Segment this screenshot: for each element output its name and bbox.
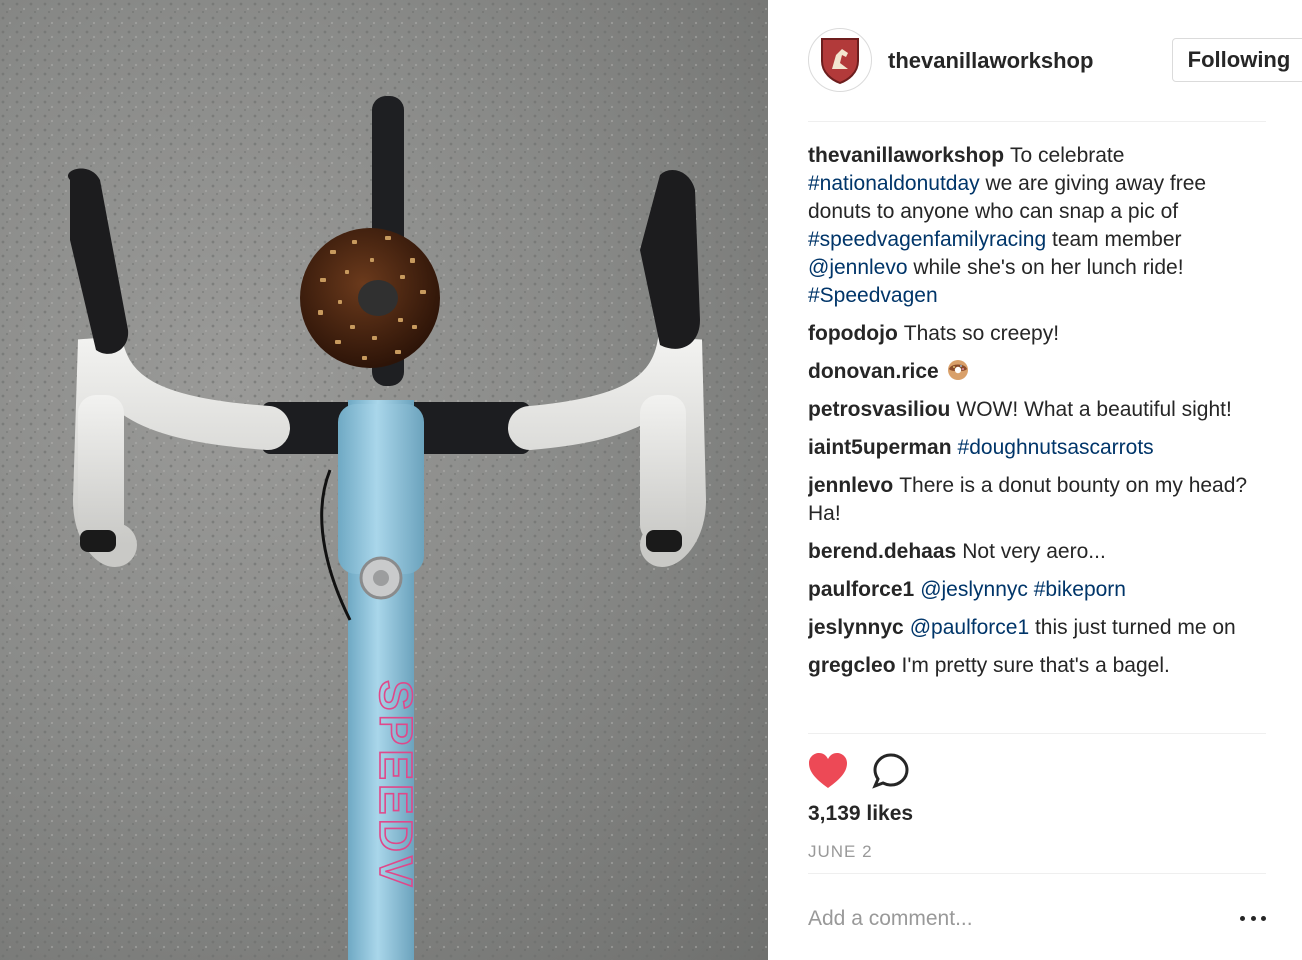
frame-lettering: SPEEDV xyxy=(370,680,422,891)
mention-link[interactable]: @jeslynnyc xyxy=(920,578,1028,601)
following-button[interactable]: Following xyxy=(1172,38,1302,82)
more-options-icon[interactable] xyxy=(1240,908,1266,928)
post-actions: 3,139 likes JUNE 2 xyxy=(808,733,1266,873)
donut-image xyxy=(300,228,440,368)
comment-item: petrosvasiliou WOW! What a beautiful sigh… xyxy=(808,396,1266,424)
comment-username[interactable]: iaint5uperman xyxy=(808,436,952,459)
comment-text: WOW! What a beautiful sight! xyxy=(956,398,1232,421)
mention-link[interactable]: @jennlevo xyxy=(808,256,908,279)
comment-item: jeslynnyc @paulforce1 this just turned me… xyxy=(808,614,1266,642)
comment-item: jennlevo There is a donut bounty on my he… xyxy=(808,472,1266,528)
comment-item: iaint5uperman #doughnutsascarrots xyxy=(808,434,1266,462)
post-side-panel: thevanillaworkshop Following thevanillaw… xyxy=(768,0,1302,960)
comment-text: team member xyxy=(1046,228,1182,251)
comment-username[interactable]: paulforce1 xyxy=(808,578,914,601)
comment-username[interactable]: fopodojo xyxy=(808,322,898,345)
like-heart-icon[interactable] xyxy=(808,752,848,790)
bicycle-donut-image: SPEEDV xyxy=(0,0,768,960)
comment-username[interactable]: thevanillaworkshop xyxy=(808,144,1004,167)
hashtag-link[interactable]: #nationaldonutday xyxy=(808,172,980,195)
comment-username[interactable]: jennlevo xyxy=(808,474,893,497)
comment-item: gregcleo I'm pretty sure that's a bagel. xyxy=(808,652,1266,680)
comment-text: while she's on her lunch ride! xyxy=(907,256,1184,279)
comment-text: this just turned me on xyxy=(1029,616,1236,639)
comment-item: donovan.rice xyxy=(808,358,1266,386)
comment-username[interactable]: petrosvasiliou xyxy=(808,398,950,421)
hashtag-link[interactable]: #bikeporn xyxy=(1034,578,1126,601)
add-comment-input[interactable] xyxy=(808,904,1218,934)
comment-username[interactable]: jeslynnyc xyxy=(808,616,904,639)
comment-text: Thats so creepy! xyxy=(903,322,1060,345)
comment-item: fopodojo Thats so creepy! xyxy=(808,320,1266,348)
post-author-username[interactable]: thevanillaworkshop xyxy=(888,48,1100,74)
comment-text: To celebrate xyxy=(1010,144,1125,167)
post-date[interactable]: JUNE 2 xyxy=(808,842,873,862)
comments-list[interactable]: thevanillaworkshop To celebrate #national… xyxy=(808,142,1266,734)
hashtag-link[interactable]: #doughnutsascarrots xyxy=(958,436,1154,459)
post-photo[interactable]: SPEEDV xyxy=(0,0,768,960)
post-header: thevanillaworkshop Following xyxy=(808,22,1302,122)
hashtag-link[interactable]: #speedvagenfamilyracing xyxy=(808,228,1046,251)
comment-username[interactable]: donovan.rice xyxy=(808,360,939,383)
add-comment-section xyxy=(808,873,1266,960)
shield-logo-icon xyxy=(821,38,859,85)
comment-item: paulforce1 @jeslynnyc #bikeporn xyxy=(808,576,1266,604)
comment-username[interactable]: gregcleo xyxy=(808,654,896,677)
comment-item: berend.dehaas Not very aero... xyxy=(808,538,1266,566)
comment-username[interactable]: berend.dehaas xyxy=(808,540,956,563)
avatar[interactable] xyxy=(808,28,872,92)
hashtag-link[interactable]: #Speedvagen xyxy=(808,284,938,307)
likes-count[interactable]: 3,139 likes xyxy=(808,802,913,826)
comment-bubble-icon[interactable] xyxy=(872,752,910,790)
mention-link[interactable]: @paulforce1 xyxy=(910,616,1029,639)
comment-text: Not very aero... xyxy=(962,540,1106,563)
post-caption: thevanillaworkshop To celebrate #national… xyxy=(808,142,1266,310)
donut-icon xyxy=(947,360,968,380)
comment-text: I'm pretty sure that's a bagel. xyxy=(901,654,1170,677)
